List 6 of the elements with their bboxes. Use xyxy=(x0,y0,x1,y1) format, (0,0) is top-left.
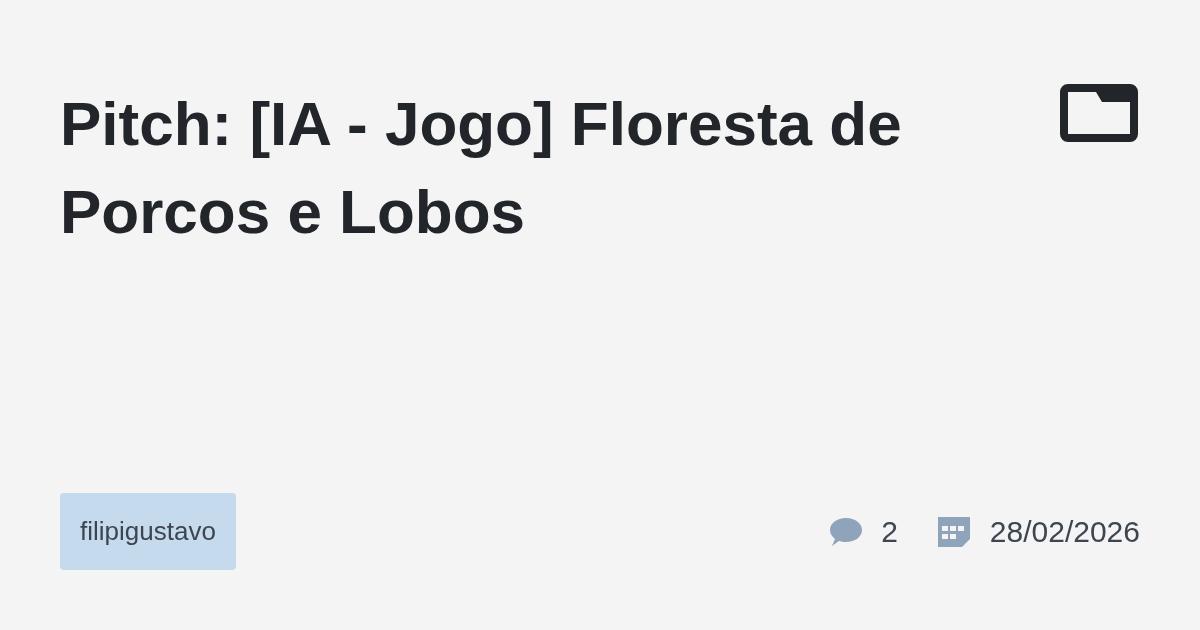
author-tag[interactable]: filipigustavo xyxy=(60,493,236,570)
post-date: 28/02/2026 xyxy=(989,514,1140,550)
comment-count: 2 xyxy=(881,514,898,550)
speech-bubble-icon xyxy=(829,515,864,548)
page-title: Pitch: [IA - Jogo] Floresta de Porcos e Lobos xyxy=(60,88,903,248)
calendar-icon xyxy=(937,516,970,547)
